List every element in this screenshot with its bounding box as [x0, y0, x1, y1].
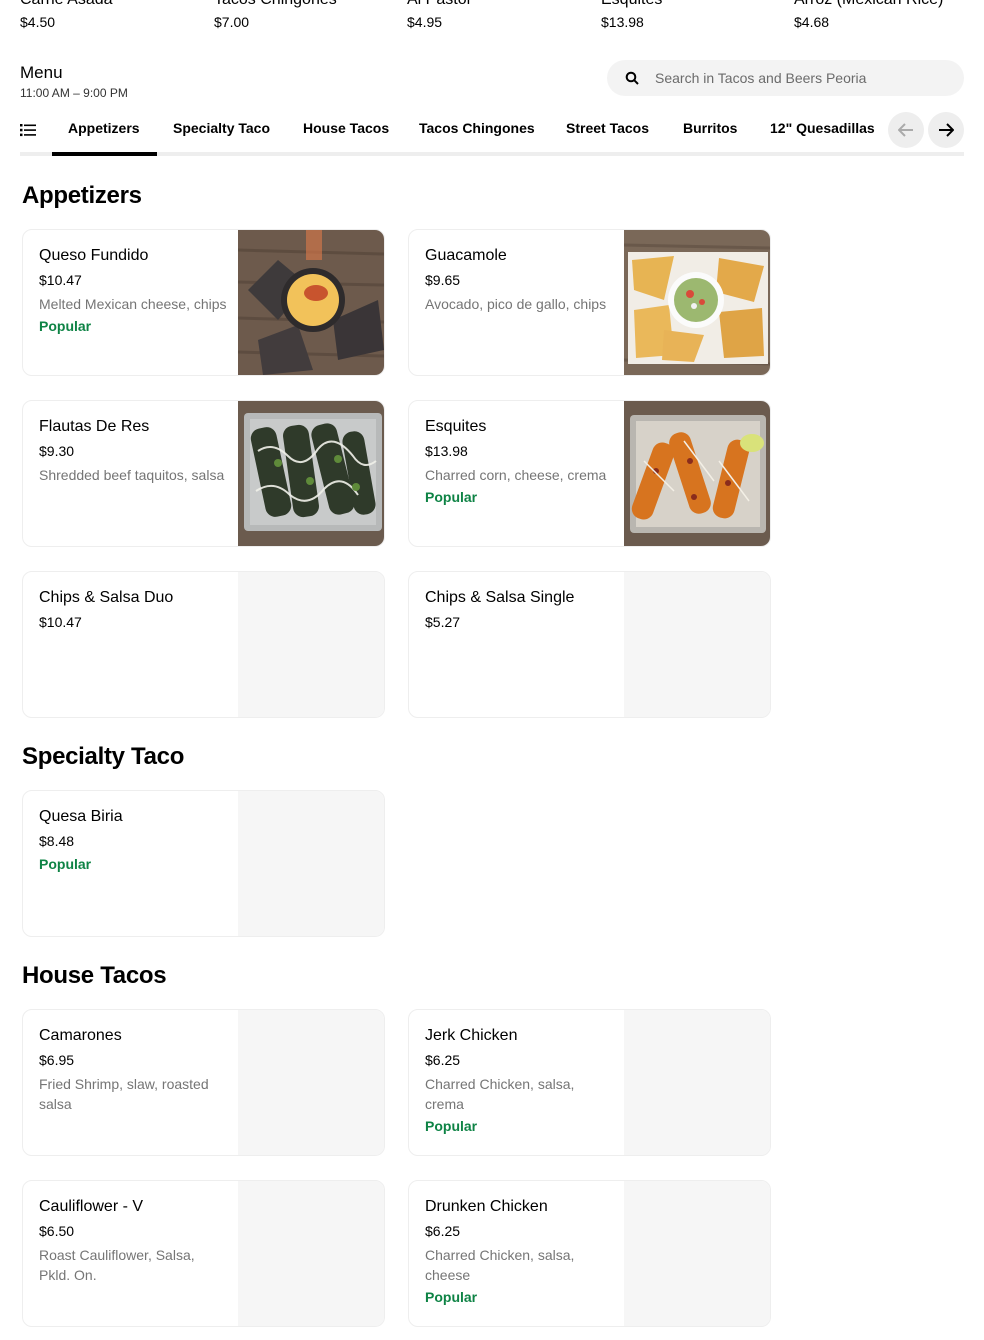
item-description: Charred corn, cheese, crema: [425, 467, 607, 483]
item-price: $10.47: [39, 272, 82, 288]
menu-item-card[interactable]: Flautas De Res $9.30 Shredded beef taqui…: [22, 400, 385, 547]
menu-hours: 11:00 AM – 9:00 PM: [20, 86, 128, 100]
item-price: $6.25: [425, 1052, 461, 1068]
item-name: Chips & Salsa Duo: [39, 589, 174, 606]
tab-street-tacos[interactable]: Street Tacos: [566, 120, 649, 136]
item-photo: [238, 401, 384, 546]
menu-item-card[interactable]: Queso Fundido $10.47 Melted Mexican chee…: [22, 229, 385, 376]
menu-item-card[interactable]: Guacamole $9.65 Avocado, pico de gallo, …: [408, 229, 771, 376]
list-icon[interactable]: [20, 123, 36, 137]
section-title-specialty-taco: Specialty Taco: [22, 743, 185, 770]
item-description: Charred Chicken, salsa, cheese: [425, 1247, 575, 1283]
item-price: $6.50: [39, 1223, 75, 1239]
item-price: $9.30: [39, 443, 75, 459]
featured-item-price: $4.68: [794, 14, 830, 30]
popular-badge: Popular: [39, 856, 92, 872]
tabs-divider: [20, 152, 964, 156]
item-photo-placeholder: [238, 572, 384, 717]
item-description: Fried Shrimp, slaw, roasted salsa: [39, 1076, 209, 1112]
item-price: $6.25: [425, 1223, 461, 1239]
item-price: $8.48: [39, 833, 75, 849]
featured-item-name: Carne Asada: [20, 0, 113, 9]
popular-badge: Popular: [425, 1289, 478, 1305]
tab-tacos-chingones[interactable]: Tacos Chingones: [419, 120, 535, 136]
menu-item-card[interactable]: Chips & Salsa Single $5.27: [408, 571, 771, 718]
tab-burritos[interactable]: Burritos: [683, 120, 737, 136]
featured-item-price: $13.98: [601, 14, 644, 30]
item-description: Charred Chicken, salsa, crema: [425, 1076, 575, 1112]
menu-header: Menu 11:00 AM – 9:00 PM: [20, 62, 128, 100]
menu-item-card[interactable]: Chips & Salsa Duo $10.47: [22, 571, 385, 718]
menu-item-card[interactable]: Quesa Biria $8.48 Popular: [22, 790, 385, 937]
featured-item-price: $4.50: [20, 14, 56, 30]
popular-badge: Popular: [425, 1118, 478, 1134]
menu-item-card[interactable]: Drunken Chicken $6.25 Charred Chicken, s…: [408, 1180, 771, 1327]
arrow-right-icon: [939, 123, 954, 137]
item-photo-placeholder: [624, 572, 770, 717]
item-price: $13.98: [425, 443, 468, 459]
item-name: Camarones: [39, 1027, 122, 1044]
section-title-house-tacos: House Tacos: [22, 962, 167, 989]
featured-item-name: Al Pastor: [407, 0, 472, 9]
tab-appetizers[interactable]: Appetizers: [68, 120, 140, 136]
search-input[interactable]: [655, 70, 935, 86]
item-price: $5.27: [425, 614, 461, 630]
menu-search-box[interactable]: [607, 60, 964, 96]
section-title-appetizers: Appetizers: [22, 182, 142, 209]
featured-items-strip: Carne Asada $4.50 Tacos Chingones $7.00 …: [0, 0, 984, 40]
item-price: $6.95: [39, 1052, 75, 1068]
arrow-left-icon: [898, 123, 913, 137]
item-photo: [237, 230, 384, 375]
search-icon: [625, 71, 639, 85]
item-name: Queso Fundido: [39, 247, 149, 264]
item-photo-placeholder: [238, 1010, 384, 1155]
menu-item-card[interactable]: Camarones $6.95 Fried Shrimp, slaw, roas…: [22, 1009, 385, 1156]
tab-house-tacos[interactable]: House Tacos: [303, 120, 389, 136]
item-photo: [624, 401, 770, 546]
featured-item-price: $4.95: [407, 14, 443, 30]
item-name: Drunken Chicken: [425, 1198, 548, 1215]
active-tab-indicator: [52, 152, 157, 156]
item-photo-placeholder: [238, 1181, 384, 1326]
featured-item-name: Esquites: [601, 0, 662, 9]
item-price: $9.65: [425, 272, 461, 288]
item-name: Cauliflower - V: [39, 1198, 144, 1215]
popular-badge: Popular: [425, 489, 478, 505]
item-name: Quesa Biria: [39, 808, 123, 825]
featured-item-name: Tacos Chingones: [214, 0, 337, 9]
item-name: Guacamole: [425, 247, 507, 264]
item-description: Melted Mexican cheese, chips: [39, 296, 227, 312]
tabs-next-button[interactable]: [928, 112, 964, 148]
item-description: Shredded beef taquitos, salsa: [39, 467, 225, 483]
menu-title: Menu: [20, 63, 63, 82]
item-description: Avocado, pico de gallo, chips: [425, 296, 607, 312]
menu-item-card[interactable]: Esquites $13.98 Charred corn, cheese, cr…: [408, 400, 771, 547]
featured-item-name: Arroz (Mexican Rice): [794, 0, 943, 9]
item-photo-placeholder: [624, 1181, 770, 1326]
item-price: $10.47: [39, 614, 82, 630]
item-name: Chips & Salsa Single: [425, 589, 575, 606]
tab-specialty-taco[interactable]: Specialty Taco: [173, 120, 270, 136]
item-photo-placeholder: [624, 1010, 770, 1155]
menu-item-card[interactable]: Jerk Chicken $6.25 Charred Chicken, sals…: [408, 1009, 771, 1156]
category-tabs: Appetizers Specialty Taco House Tacos Ta…: [20, 108, 964, 156]
item-name: Esquites: [425, 418, 487, 435]
menu-item-card[interactable]: Cauliflower - V $6.50 Roast Cauliflower,…: [22, 1180, 385, 1327]
item-name: Flautas De Res: [39, 418, 150, 435]
item-name: Jerk Chicken: [425, 1027, 518, 1044]
item-photo-placeholder: [238, 791, 384, 936]
tabs-prev-button[interactable]: [888, 112, 924, 148]
featured-item-price: $7.00: [214, 14, 250, 30]
tab-quesadillas[interactable]: 12" Quesadillas: [770, 120, 875, 136]
item-description: Roast Cauliflower, Salsa, Pkld. On.: [39, 1247, 195, 1283]
item-photo: [623, 230, 770, 375]
popular-badge: Popular: [39, 318, 92, 334]
